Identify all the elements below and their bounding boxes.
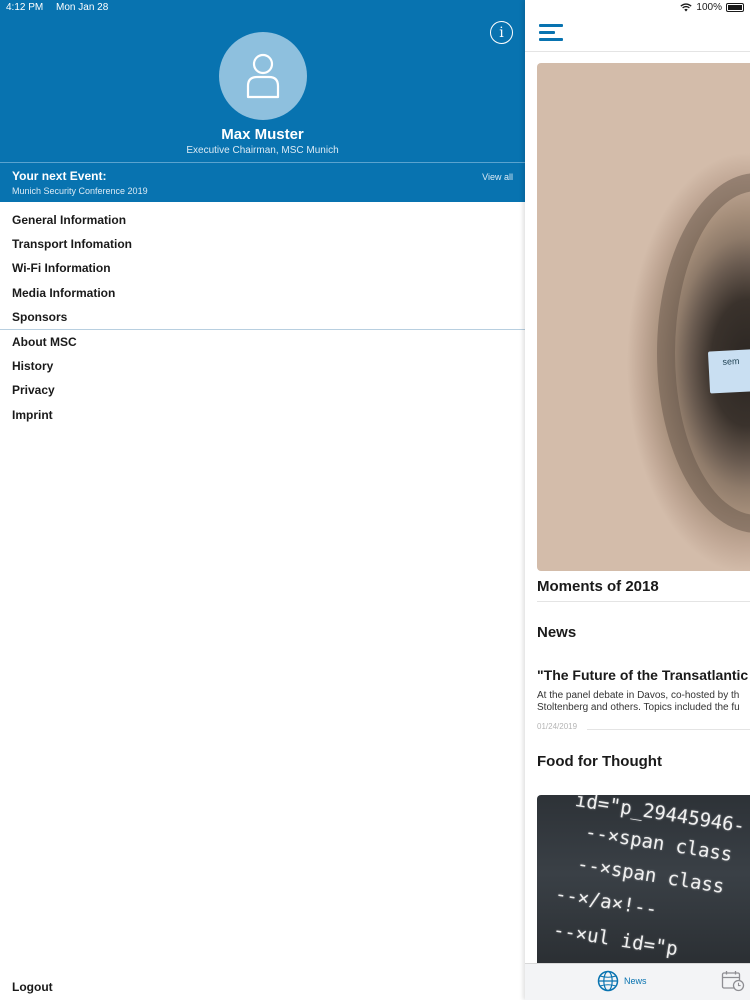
menu-group-about: About MSC History Privacy Imprint <box>0 329 525 427</box>
user-name: Max Muster <box>221 126 304 143</box>
profile-header: 4:12 PM Mon Jan 28 i Max Muster Executiv… <box>0 0 525 202</box>
status-bar-right: 100% <box>680 2 744 13</box>
tab-bar: News <box>525 963 750 1000</box>
tab-news[interactable]: News <box>597 970 647 992</box>
news-section-title: News <box>537 624 577 641</box>
view-all-link[interactable]: View all <box>482 172 513 182</box>
hamburger-menu-icon[interactable] <box>539 24 563 42</box>
battery-icon <box>726 3 744 12</box>
menu-item-general-information[interactable]: General Information <box>0 208 525 232</box>
next-event-name[interactable]: Munich Security Conference 2019 <box>12 186 148 196</box>
menu-group-info: General Information Transport Infomation… <box>0 208 525 329</box>
avatar[interactable] <box>219 32 307 120</box>
status-bar-left: 4:12 PM Mon Jan 28 <box>6 2 108 13</box>
article-excerpt: At the panel debate in Davos, co-hosted … <box>537 690 740 713</box>
menu-item-history[interactable]: History <box>0 354 525 378</box>
calendar-clock-icon <box>721 971 745 992</box>
divider <box>537 601 750 602</box>
status-time: 4:12 PM <box>6 2 44 13</box>
divider <box>0 162 525 163</box>
nav-divider <box>525 51 750 52</box>
menu-item-privacy[interactable]: Privacy <box>0 378 525 402</box>
info-icon[interactable]: i <box>490 21 513 44</box>
divider <box>587 729 750 730</box>
globe-icon <box>597 970 619 992</box>
article-date: 01/24/2019 <box>537 722 578 731</box>
menu-item-media-information[interactable]: Media Information <box>0 281 525 305</box>
user-icon <box>246 53 280 99</box>
wifi-icon <box>680 3 693 12</box>
code-line: --×ul id="p <box>551 919 680 961</box>
menu-item-transport-information[interactable]: Transport Infomation <box>0 232 525 256</box>
logout-button[interactable]: Logout <box>12 980 53 994</box>
food-for-thought-title: Food for Thought <box>537 753 662 770</box>
menu-item-about-msc[interactable]: About MSC <box>0 330 525 354</box>
hero-badge-text: sem <box>722 355 740 367</box>
tab-news-label: News <box>624 976 647 986</box>
menu-item-imprint[interactable]: Imprint <box>0 403 525 427</box>
article-title: "The Future of the Transatlantic <box>537 667 749 683</box>
side-drawer: 4:12 PM Mon Jan 28 i Max Muster Executiv… <box>0 0 525 1000</box>
status-date: Mon Jan 28 <box>56 2 109 13</box>
hero-badge: sem <box>707 348 750 394</box>
battery-percent: 100% <box>696 2 722 13</box>
content-panel: 100% sem Moments of 2018 News "The Futur… <box>525 0 750 1000</box>
code-line: --×/a×!-- <box>553 883 659 921</box>
hero-image[interactable]: sem <box>537 63 750 571</box>
next-event-title: Your next Event: <box>12 169 107 183</box>
user-role: Executive Chairman, MSC Munich <box>186 145 339 156</box>
menu-item-sponsors[interactable]: Sponsors <box>0 305 525 329</box>
food-for-thought-image[interactable]: id="p_29445946- --×span class --×span cl… <box>537 795 750 970</box>
hero-caption[interactable]: Moments of 2018 <box>537 578 659 595</box>
tab-agenda[interactable] <box>721 970 745 992</box>
menu-item-wifi-information[interactable]: Wi-Fi Information <box>0 256 525 280</box>
